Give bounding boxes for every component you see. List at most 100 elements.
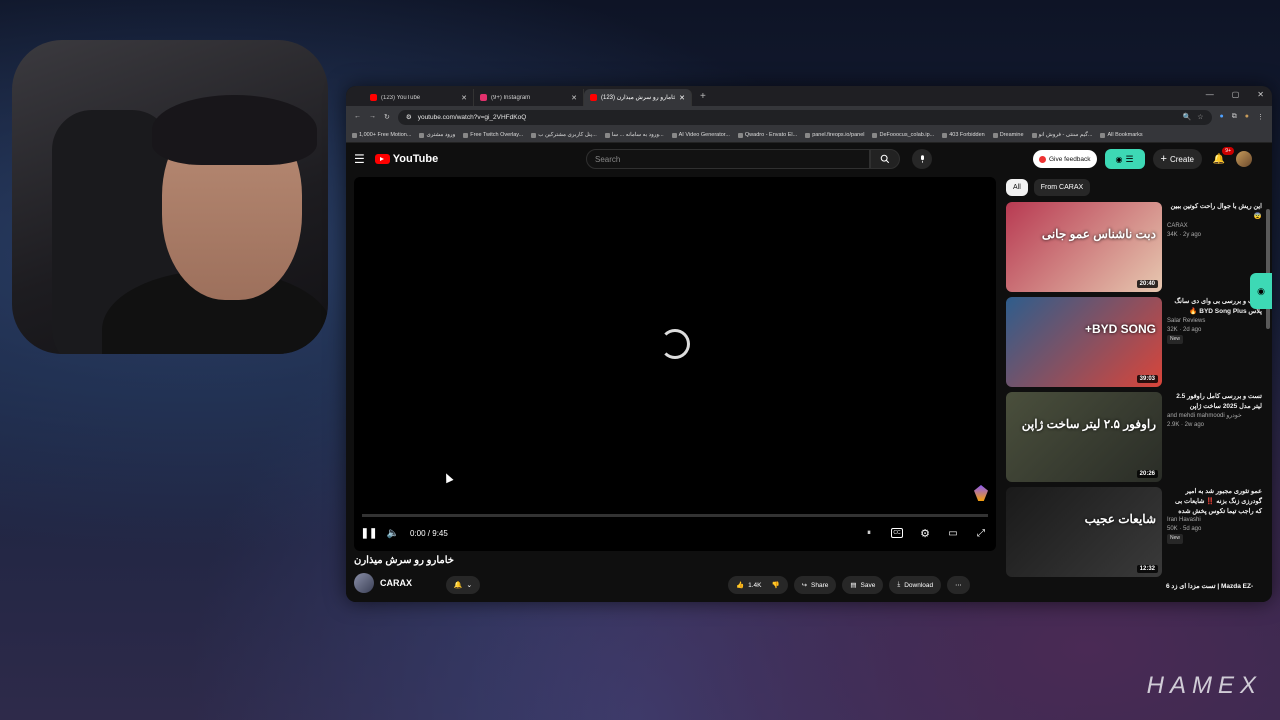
close-tab-icon[interactable]: ✕: [679, 94, 685, 102]
bookmark-item[interactable]: panel.fireops.io/panel: [805, 132, 864, 138]
bookmark-item[interactable]: AI Video Generator...: [671, 132, 730, 138]
more-actions-button[interactable]: ⋯: [947, 576, 970, 594]
autoplay-toggle[interactable]: ⏸: [862, 526, 876, 540]
bookmark-item[interactable]: 1,000+ Free Motion...: [352, 132, 411, 138]
minimize-icon[interactable]: —: [1206, 90, 1214, 99]
video-thumbnail[interactable]: شایعات عجیب 12:32: [1006, 487, 1162, 577]
maximize-icon[interactable]: ▢: [1232, 90, 1240, 99]
chip-all[interactable]: All: [1006, 179, 1028, 196]
profile-icon[interactable]: ●: [1245, 113, 1249, 121]
youtube-logo[interactable]: YouTube: [374, 153, 438, 165]
extension-icon[interactable]: ●: [1220, 113, 1224, 121]
chip-from-channel[interactable]: From CARAX: [1033, 179, 1091, 196]
create-button[interactable]: + Create: [1152, 149, 1202, 169]
search-input[interactable]: Search: [586, 149, 870, 169]
bookmark-item[interactable]: Free Twitch Overlay...: [463, 132, 523, 138]
captions-button[interactable]: CC: [890, 526, 904, 540]
bookmark-item[interactable]: 403 Forbidden: [942, 132, 985, 138]
page-scrollbar[interactable]: [1266, 209, 1270, 329]
bell-icon: 🔔: [1212, 153, 1226, 165]
channel-watermark-icon[interactable]: [974, 485, 988, 501]
back-icon[interactable]: ←: [354, 113, 361, 121]
video-duration: 20:40: [1136, 280, 1158, 288]
recommendation-item[interactable]: شایعات عجیب 12:32 عمو تئوری مجبور شد به ام…: [1006, 487, 1262, 577]
new-tab-button[interactable]: +: [692, 91, 714, 102]
recommendation-channel[interactable]: Salar Reviews: [1167, 317, 1262, 326]
forward-icon[interactable]: →: [369, 113, 376, 121]
menu-kebab-icon[interactable]: ⋮: [1257, 113, 1264, 121]
bookmark-item[interactable]: ورود به سامانه ... سا...: [604, 132, 664, 138]
address-bar[interactable]: ⚙ youtube.com/watch?v=gi_2VHFdKoQ 🔍 ☆: [397, 109, 1212, 125]
autoplay-icon: ⏸: [867, 528, 871, 537]
tab-youtube-home[interactable]: (123) YouTube ✕: [364, 89, 474, 106]
bookmark-item[interactable]: DeFooocus_colab.ip...: [872, 132, 934, 138]
recommendation-item[interactable]: راوفور ۲.۵ لیتر ساخت ژاپن 20:26 تست و بررس…: [1006, 392, 1262, 482]
thumbnail-text: BYD SONG+: [1084, 322, 1156, 336]
tab-instagram[interactable]: (9+) Instagram ✕: [474, 89, 584, 106]
captions-icon: CC: [891, 528, 903, 538]
recommendation-meta: تست و بررسی بی وای دی سانگ پلاس BYD Song…: [1167, 297, 1262, 387]
extension-side-tab[interactable]: ◉: [1250, 273, 1272, 309]
bookmark-item[interactable]: ورود مشتری: [419, 132, 455, 138]
video-thumbnail[interactable]: BYD SONG+ 39:03: [1006, 297, 1162, 387]
notifications-button[interactable]: 🔔 9+: [1210, 147, 1234, 168]
give-feedback-button[interactable]: Give feedback: [1032, 150, 1097, 168]
tab-youtube-video[interactable]: (123) خامارو رو سرش میذارن - ✕: [584, 89, 692, 106]
video-thumbnail[interactable]: دبت ناشناس عمو جانی 20:40: [1006, 202, 1162, 292]
reload-icon[interactable]: ↻: [384, 113, 390, 121]
recommendation-title[interactable]: تست و بررسی کامل راوفور 2.5 لیتر مدل 202…: [1167, 392, 1262, 412]
share-button[interactable]: ↪ Share: [793, 576, 837, 594]
account-avatar[interactable]: [1236, 151, 1252, 167]
progress-bar[interactable]: [362, 514, 988, 517]
next-recommendation-title[interactable]: تست مزدا ای زد 6 | Mazda EZ-: [1166, 582, 1262, 590]
save-button[interactable]: ▤ Save: [842, 576, 884, 594]
youtube-favicon-icon: [370, 94, 377, 101]
download-button[interactable]: ⤓ Download: [889, 576, 942, 594]
recommendation-item[interactable]: BYD SONG+ 39:03 تست و بررسی بی وای دی سانگ…: [1006, 297, 1262, 387]
close-tab-icon[interactable]: ✕: [461, 94, 467, 102]
zoom-icon[interactable]: 🔍: [1183, 113, 1192, 121]
recommendation-channel[interactable]: and mehdi mahmoodi خودرو: [1167, 412, 1262, 421]
bookmark-label: DeFooocus_colab.ip...: [879, 132, 935, 138]
streamer-hair: [152, 95, 317, 165]
channel-name[interactable]: CARAX: [380, 578, 412, 588]
recommendation-title[interactable]: عمو تئوری مجبور شد به امیر گودرزی زنگ بز…: [1167, 487, 1262, 516]
recommendation-title[interactable]: تست و بررسی بی وای دی سانگ پلاس BYD Song…: [1167, 297, 1262, 317]
settings-button[interactable]: ⚙: [918, 526, 932, 540]
subscription-bell-button[interactable]: 🔔 ⌄: [446, 576, 480, 594]
close-window-icon[interactable]: ✕: [1257, 90, 1264, 99]
thumbs-down-icon[interactable]: 👎: [771, 581, 779, 589]
bookmark-star-icon[interactable]: ☆: [1197, 113, 1203, 121]
pause-button[interactable]: ❚❚: [361, 526, 378, 540]
bookmark-label: Qwadro - Envato El...: [744, 132, 798, 138]
extension-logo-icon: ◉: [1115, 154, 1123, 164]
video-player[interactable]: ❚❚ 🔈 0:00 / 9:45 ⏸ CC ⚙ ▭ ⤢: [354, 177, 996, 551]
bookmark-item[interactable]: Dreamine: [992, 132, 1024, 138]
recommendation-item[interactable]: دبت ناشناس عمو جانی 20:40 این ریش با جوال …: [1006, 202, 1262, 292]
recommendation-title[interactable]: این ریش با جوال راحت کوتین ببین 😨: [1167, 202, 1262, 222]
theater-mode-button[interactable]: ▭: [946, 526, 960, 540]
fullscreen-button[interactable]: ⤢: [974, 526, 988, 540]
extension-toolbar-button[interactable]: ◉ ☰: [1104, 149, 1145, 169]
recommendation-channel[interactable]: CARAX: [1167, 222, 1262, 231]
bookmark-item[interactable]: All Bookmarks: [1100, 132, 1143, 138]
bookmark-item[interactable]: Qwadro - Envato El...: [737, 132, 798, 138]
create-label: Create: [1169, 154, 1194, 164]
video-thumbnail[interactable]: راوفور ۲.۵ لیتر ساخت ژاپن 20:26: [1006, 392, 1162, 482]
channel-avatar[interactable]: [354, 573, 374, 593]
list-icon: ☰: [1125, 153, 1134, 164]
stream-watermark: HAMEX: [1146, 672, 1262, 699]
site-info-icon[interactable]: ⚙: [406, 113, 412, 121]
close-tab-icon[interactable]: ✕: [571, 94, 577, 102]
voice-search-button[interactable]: [912, 149, 932, 169]
search-button[interactable]: [870, 149, 900, 169]
hamburger-menu-icon[interactable]: ☰: [354, 152, 365, 166]
bookmark-item[interactable]: پنل کاربری مشترکین ب...: [531, 132, 597, 138]
like-button[interactable]: 👍 1.4K 👎: [728, 576, 788, 594]
bookmark-label: panel.fireops.io/panel: [812, 132, 865, 138]
bookmarks-bar: 1,000+ Free Motion... ورود مشتری Free Twit…: [346, 128, 1272, 143]
volume-button[interactable]: 🔈: [386, 526, 400, 540]
extensions-puzzle-icon[interactable]: ⧉: [1232, 113, 1237, 121]
bookmark-item[interactable]: گیم سنتی - فروش انو...: [1031, 132, 1092, 138]
recommendation-channel[interactable]: Iran Havashi: [1167, 516, 1262, 525]
